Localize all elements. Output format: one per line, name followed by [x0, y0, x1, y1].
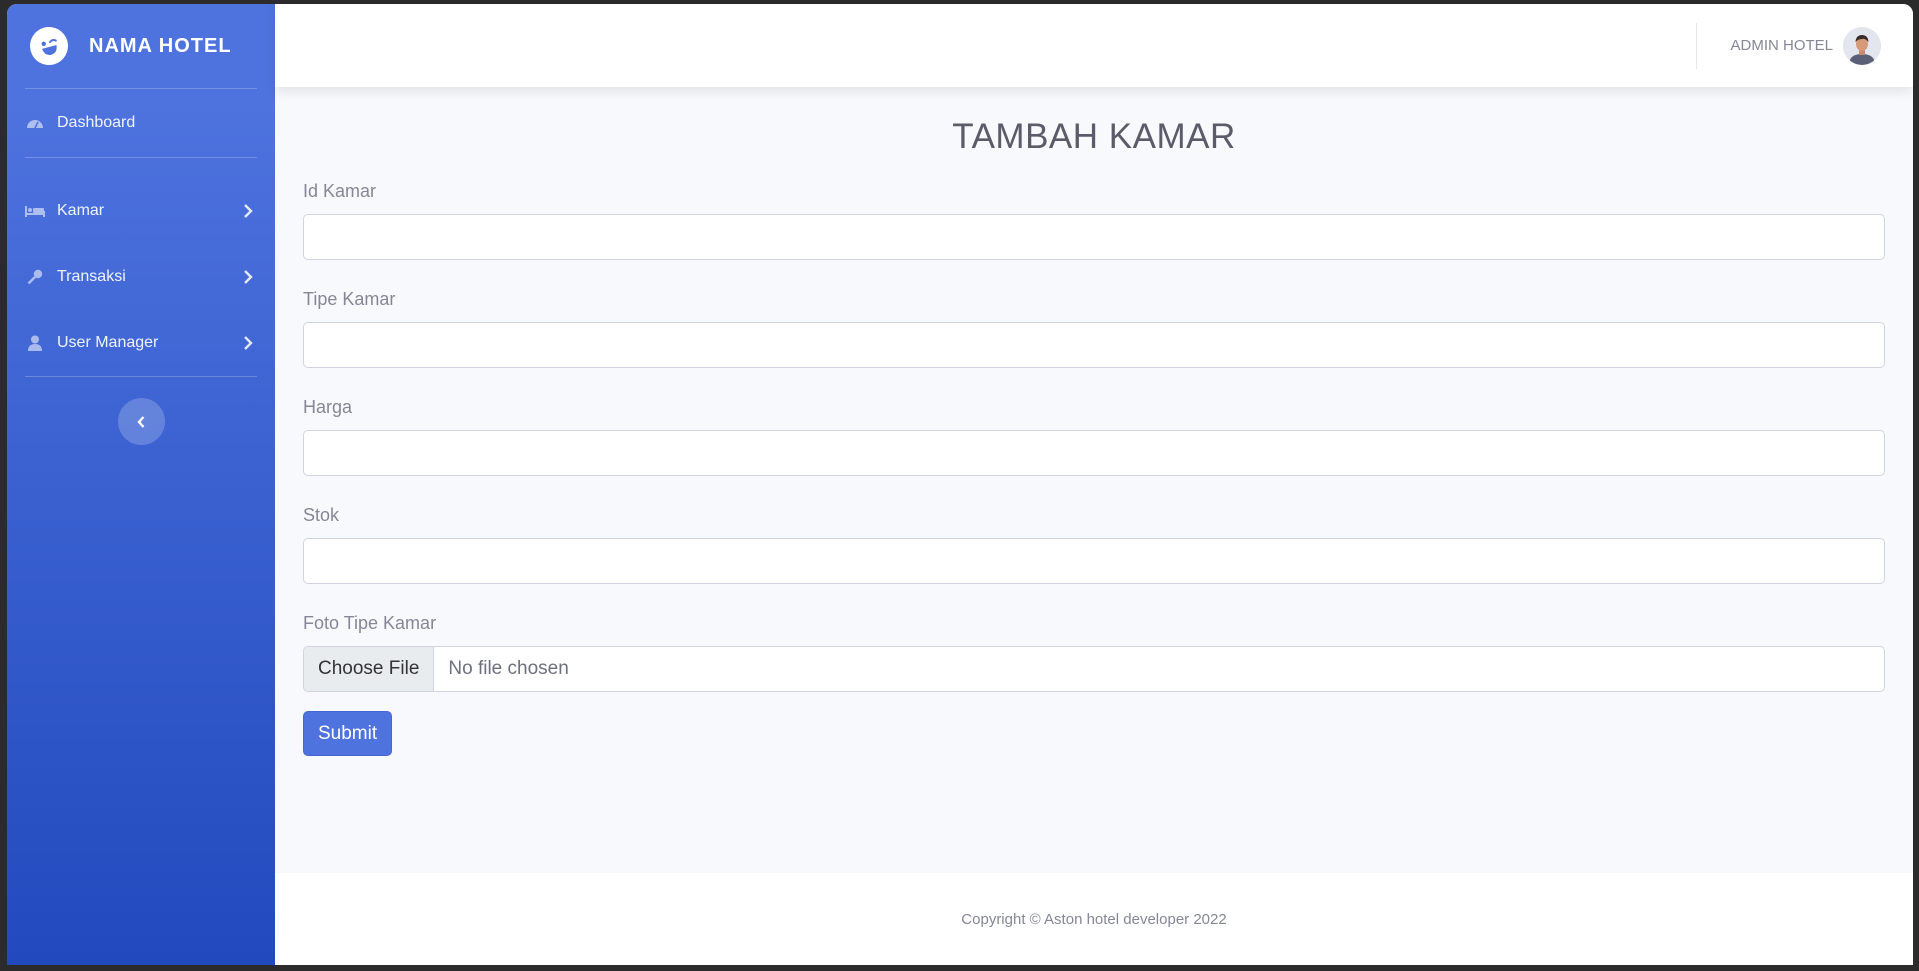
file-status: No file chosen [448, 658, 569, 679]
sidebar-brand[interactable]: NAMA HOTEL [7, 4, 275, 88]
field-id-kamar: Id Kamar [303, 181, 1885, 260]
chevron-right-icon [244, 270, 253, 284]
sidebar-item-label: Kamar [57, 202, 105, 219]
content-wrapper: ADMIN HOTEL TAMBAH KAMAR Id Kamar Tipe K… [275, 4, 1913, 965]
avatar[interactable] [1843, 26, 1881, 65]
stok-input[interactable] [303, 538, 1885, 584]
field-label: Foto Tipe Kamar [303, 613, 437, 633]
page-title: TAMBAH KAMAR [952, 117, 1236, 156]
field-label: Id Kamar [303, 181, 377, 201]
main-content: TAMBAH KAMAR Id Kamar Tipe Kamar Harga S… [275, 87, 1913, 873]
field-foto-tipe-kamar: Foto Tipe Kamar Choose File No file chos… [303, 613, 1885, 692]
app-window: NAMA HOTEL Dashboard Kamar Transaksi Use… [7, 4, 1913, 965]
tachometer-icon [25, 115, 45, 131]
topbar: ADMIN HOTEL [275, 4, 1913, 87]
key-icon [25, 269, 45, 285]
user-icon [25, 335, 45, 351]
copyright-text: Copyright © Aston hotel developer 2022 [961, 910, 1227, 928]
chevron-right-icon [244, 204, 253, 218]
choose-file-button[interactable]: Choose File [304, 647, 435, 691]
field-label: Harga [303, 397, 353, 417]
footer: Copyright © Aston hotel developer 2022 [275, 873, 1913, 965]
sidebar-item-user-manager[interactable]: User Manager [7, 310, 275, 376]
sidebar-item-kamar[interactable]: Kamar [7, 178, 275, 244]
sidebar-item-transaksi[interactable]: Transaksi [7, 244, 275, 310]
field-harga: Harga [303, 397, 1885, 476]
sidebar-item-label: User Manager [57, 334, 159, 351]
submit-button[interactable]: Submit [303, 711, 393, 756]
harga-input[interactable] [303, 430, 1885, 476]
sidebar-toggle-button[interactable] [117, 398, 165, 445]
bed-icon [25, 203, 45, 219]
add-room-form: Id Kamar Tipe Kamar Harga Stok Foto Tipe… [303, 181, 1885, 756]
user-name[interactable]: ADMIN HOTEL [1730, 37, 1833, 54]
field-tipe-kamar: Tipe Kamar [303, 289, 1885, 368]
topbar-divider [1696, 22, 1698, 69]
field-stok: Stok [303, 505, 1885, 584]
field-label: Tipe Kamar [303, 289, 396, 309]
sidebar-item-label: Transaksi [57, 268, 126, 285]
chevron-right-icon [244, 336, 253, 350]
id-kamar-input[interactable] [303, 214, 1885, 260]
file-input[interactable]: Choose File No file chosen [303, 646, 1885, 692]
laugh-wink-icon [25, 22, 73, 70]
sidebar-item-dashboard[interactable]: Dashboard [7, 89, 275, 157]
chevron-left-icon [137, 415, 145, 428]
sidebar-divider [25, 376, 257, 377]
field-label: Stok [303, 505, 340, 525]
sidebar: NAMA HOTEL Dashboard Kamar Transaksi Use… [7, 4, 275, 965]
tipe-kamar-input[interactable] [303, 322, 1885, 368]
sidebar-item-label: Dashboard [57, 114, 136, 131]
brand-name: NAMA HOTEL [89, 34, 232, 57]
